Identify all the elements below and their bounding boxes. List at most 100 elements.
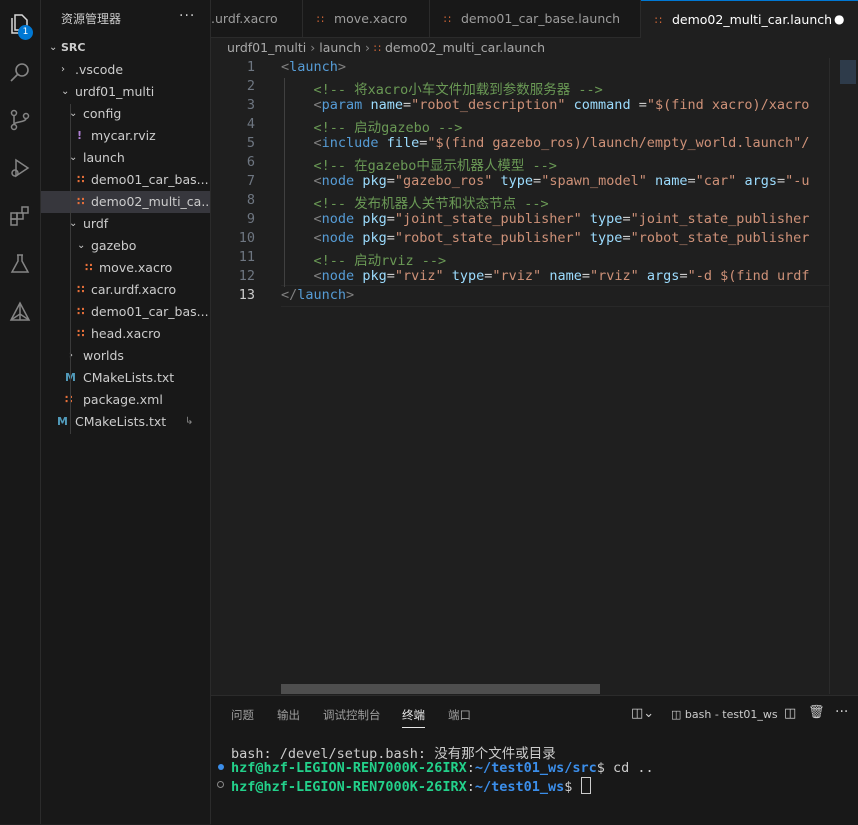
xml-file-icon: ∷ (65, 393, 73, 406)
terminal-command: $ cd .. (596, 760, 654, 776)
tree-item[interactable]: ∷ demo01_car_bas... (41, 169, 210, 191)
code-line: <!-- 启动gazebo --> (313, 120, 463, 136)
terminal-selector[interactable]: ◫ bash - test01_ws (671, 708, 778, 721)
command-pending-dot-icon[interactable] (217, 781, 224, 788)
tree-item-label: demo01_car_bas... (91, 172, 209, 187)
new-terminal-split-icon[interactable]: ◫⌄ (631, 706, 654, 721)
tab-demo02[interactable]: ∷ demo02_multi_car.launch ● (641, 0, 858, 38)
tree-item[interactable]: ∷ move.xacro (41, 257, 210, 279)
line-number: 4 (246, 116, 255, 132)
breadcrumb-folder[interactable]: launch (319, 40, 361, 55)
xml-file-icon: ∷ (77, 195, 85, 208)
tree-item-label: CMakeLists.txt (75, 414, 167, 429)
search-icon[interactable] (4, 56, 36, 88)
chevron-down-icon: ⌄ (77, 240, 86, 251)
tree-item[interactable]: ! mycar.rviz (41, 125, 210, 147)
code-line: <param name="robot_description" command … (313, 97, 810, 113)
command-success-dot-icon[interactable] (218, 764, 224, 770)
code-line: <!-- 在gazebo中显示机器人模型 --> (313, 158, 557, 174)
xml-file-icon: ∷ (77, 173, 85, 186)
tree-item[interactable]: ⌄ config (41, 103, 210, 125)
tree-item-label: move.xacro (99, 260, 173, 275)
terminal-name: bash - test01_ws (684, 708, 778, 721)
tab-problems[interactable]: 问题 (231, 707, 254, 723)
tree-item[interactable]: ⌄ SRC (41, 37, 210, 59)
source-control-icon[interactable] (4, 104, 36, 136)
horizontal-scrollbar[interactable] (281, 684, 600, 694)
code-line: <!-- 启动rviz --> (313, 253, 447, 269)
tree-item[interactable]: ⌄ launch (41, 147, 210, 169)
tree-item-label: urdf (83, 216, 109, 231)
tree-item[interactable]: MCMakeLists.txt (41, 367, 210, 389)
breadcrumb-file[interactable]: demo02_multi_car.launch (385, 40, 545, 55)
tree-item[interactable]: ∷ demo02_multi_ca... (41, 191, 210, 213)
tab-label: move.xacro (333, 11, 408, 26)
prompt-path: ~/test01_ws (474, 779, 565, 795)
tab-urdf-xacro[interactable]: .urdf.xacro (211, 0, 303, 37)
line-number: 9 (246, 211, 255, 227)
tree-item-label: demo02_multi_ca... (91, 194, 210, 209)
line-number: 2 (246, 78, 255, 94)
symlink-icon: ↳ (185, 416, 194, 427)
chevron-down-icon: ⌄ (61, 86, 70, 97)
xml-file-icon: ∷ (85, 261, 93, 274)
code-line: <include file="$(find gazebo_ros)/launch… (313, 135, 810, 151)
terminal-line[interactable]: hzf@hzf-LEGION-REN7000K-26IRX:~/test01_w… (231, 777, 591, 795)
tab-move-xacro[interactable]: ∷ move.xacro (303, 0, 430, 37)
line-number: 7 (246, 173, 255, 189)
tab-debug-console[interactable]: 调试控制台 (323, 707, 381, 723)
more-actions-icon[interactable]: ··· (835, 704, 848, 720)
code-line: <node pkg="joint_state_publisher" type="… (313, 211, 810, 227)
indent-guide (70, 104, 71, 434)
minimap-content (840, 60, 856, 84)
tree-item[interactable]: ⌄ urdf01_multi (41, 81, 210, 103)
tree-item-label: car.urdf.xacro (91, 282, 177, 297)
tab-label: demo01_car_base.launch (460, 11, 621, 26)
xml-file-icon: ∷ (444, 13, 451, 26)
tree-item-label: demo01_car_bas... (91, 304, 209, 319)
tree-item[interactable]: ∷ head.xacro (41, 323, 210, 345)
code-editor[interactable]: 1 2 3 4 5 6 7 8 9 10 11 12 13 <launch> <!-- 将xacro小车… (211, 58, 829, 686)
tree-item[interactable]: ∷ demo01_car_bas... (41, 301, 210, 323)
code-line: <!-- 将xacro小车文件加载到参数服务器 --> (313, 82, 603, 98)
testing-icon[interactable] (4, 248, 36, 280)
more-actions-icon[interactable]: ··· (179, 8, 195, 24)
terminal-command: $ (564, 779, 581, 795)
tree-item[interactable]: › .vscode (41, 59, 210, 81)
trash-icon[interactable]: 🗑 (808, 705, 825, 720)
breadcrumb-folder[interactable]: urdf01_multi (227, 40, 306, 55)
split-terminal-icon[interactable]: ◫ (784, 706, 796, 721)
explorer-badge: 1 (18, 25, 33, 40)
bottom-panel: 问题 输出 调试控制台 终端 端口 ◫⌄ ◫ bash - test01_ws … (211, 695, 858, 825)
unsaved-dot-icon[interactable]: ● (834, 1, 844, 38)
ros-icon[interactable] (4, 296, 36, 328)
code-line: <launch> (281, 59, 347, 75)
line-number: 5 (246, 135, 255, 151)
tree-item[interactable]: ∷ car.urdf.xacro (41, 279, 210, 301)
line-number: 3 (246, 97, 255, 113)
tree-item-label: config (83, 106, 122, 121)
yaml-file-icon: ! (77, 129, 83, 142)
tree-item[interactable]: › worlds (41, 345, 210, 367)
run-debug-icon[interactable] (4, 152, 36, 184)
minimap[interactable] (829, 58, 858, 694)
code-line: <!-- 发布机器人关节和状态节点 --> (313, 196, 549, 212)
tree-item-label: launch (83, 150, 125, 165)
tab-ports[interactable]: 端口 (448, 707, 471, 723)
tree-item-label: CMakeLists.txt (83, 370, 175, 385)
tree-item-label: .vscode (75, 62, 124, 77)
tab-demo01[interactable]: ∷ demo01_car_base.launch (430, 0, 641, 37)
xml-file-icon: ∷ (77, 327, 85, 340)
explorer-sidebar: 资源管理器 ··· ⌄ SRC › .vscode ⌄ urdf01_multi ⌄ conf… (41, 0, 211, 824)
tree-item[interactable]: ⌄ urdf (41, 213, 210, 235)
tab-output[interactable]: 输出 (277, 707, 300, 723)
xml-file-icon: ∷ (374, 42, 381, 55)
tree-item[interactable]: ⌄ gazebo (41, 235, 210, 257)
tree-item[interactable]: ∷ package.xml (41, 389, 210, 411)
xml-file-icon: ∷ (77, 283, 85, 296)
tree-item[interactable]: M CMakeLists.txt ↳ (41, 411, 210, 433)
tab-terminal[interactable]: 终端 (402, 707, 425, 728)
tab-label: .urdf.xacro (211, 11, 278, 26)
extensions-icon[interactable] (4, 200, 36, 232)
prompt-user: hzf@hzf-LEGION-REN7000K-26IRX (231, 779, 467, 795)
